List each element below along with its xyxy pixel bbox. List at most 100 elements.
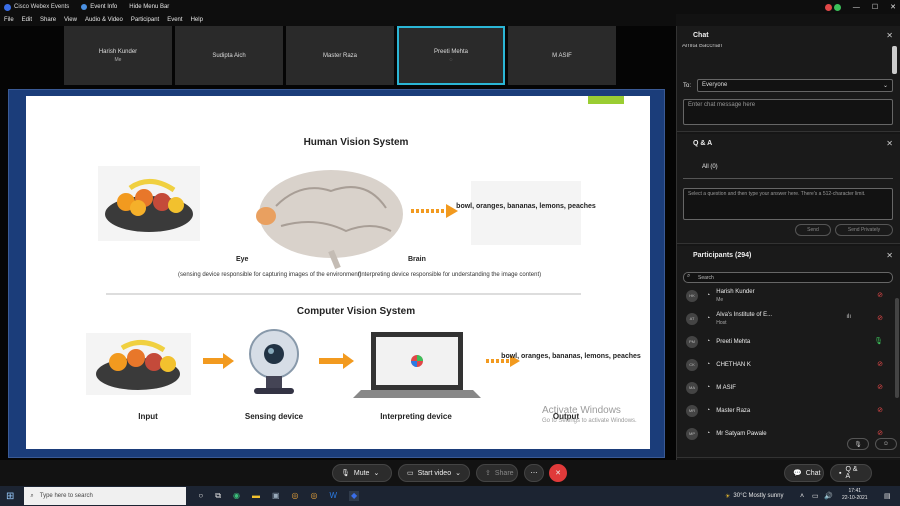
brain-description: (interpreting device responsible for und… [358,272,541,278]
chat-recipient-select[interactable]: Everyone ⌄ [697,79,893,92]
menu-edit[interactable]: Edit [22,17,32,23]
task-view-icon[interactable]: ⧉ [215,491,221,501]
video-tile[interactable]: Sudipta Aich [175,26,283,85]
chat-last-sender: Amita Bacchan [682,44,723,49]
chat-scrollbar[interactable] [892,46,897,74]
qa-answer-input[interactable]: Select a question and then type your ans… [683,188,893,220]
audio-connected-icon: ◔ [706,292,711,299]
more-options-button[interactable]: ⋯ [524,464,544,482]
hide-menu-bar-button[interactable]: Hide Menu Bar [129,4,169,10]
cortana-icon[interactable]: ○ [198,491,203,501]
tile-name: Harish Kunder [98,48,138,55]
menu-audio-video[interactable]: Audio & Video [85,17,123,23]
mic-on-icon[interactable]: 🎙 [874,337,883,345]
leave-meeting-button[interactable]: ✕ [549,464,567,482]
chrome-profile-icon[interactable]: ◎ [310,491,317,501]
app-title: Cisco Webex Events [0,3,69,11]
status-indicators [824,3,841,11]
close-window-icon[interactable]: ✕ [890,3,896,11]
participant-row[interactable]: PM ◔ Preeti Mehta 🎙 [683,330,893,353]
file-explorer-icon[interactable]: ▬ [252,491,260,501]
qa-toggle-button[interactable]: ▪ Q & A [830,464,872,482]
participants-search-input[interactable]: Search [683,272,893,283]
participants-scrollbar[interactable] [895,298,899,398]
qa-send-button[interactable]: Send [795,224,831,236]
participant-row[interactable]: HK ◔ Harish Kunder Me ⊘ [683,284,893,307]
meeting-stage: Harish Kunder Me Sudipta Aich Master Raz… [0,26,676,460]
chat-toggle-button[interactable]: 💬 Chat [784,464,824,482]
share-icon: ⇪ [485,470,491,477]
recording-icon [824,3,832,11]
participant-row[interactable]: MA ◔ M ASIF ⊘ [683,376,893,399]
mute-button[interactable]: 🎙 Mute ⌄ [332,464,392,482]
windows-start-icon[interactable]: ⊞ [6,491,14,502]
share-button[interactable]: ⇪ Share [476,464,518,482]
avatar: CK [686,358,698,371]
webex-logo-icon [4,3,11,11]
participant-role: Host [716,319,727,326]
mic-muted-icon[interactable]: ⊘ [877,429,883,437]
slide-diagram: Human Vision System bowl, oranges, banan… [86,137,641,421]
mic-muted-icon[interactable]: ⊘ [877,360,883,368]
more-icon: ⋯ [530,470,538,477]
reaction-icon: ☺ [882,441,890,447]
mic-muted-icon[interactable]: ⊘ [877,314,883,322]
participant-name: Preeti Mehta [716,338,751,345]
taskbar-search-box[interactable]: ⌕ Type here to search [24,487,187,505]
mute-all-button[interactable]: 🎙 [847,438,869,450]
audio-connected-icon: ◔ [706,384,711,391]
close-qa-icon[interactable]: ✕ [886,139,893,148]
webex-taskbar-icon[interactable]: ◆ [349,491,360,501]
participant-name: Alva's Institute of E... [716,311,773,318]
participant-name-block: Mr Satyam Pawale [716,430,766,438]
video-tile[interactable]: Master Raza [286,26,394,85]
menu-help[interactable]: Help [191,17,203,23]
participant-row[interactable]: AT ◔ Alva's Institute of E... Host ılı ⊘ [683,307,893,330]
participant-name-block: M ASIF [716,384,736,392]
mic-muted-icon[interactable]: ⊘ [877,406,883,414]
event-info-label: Event Info [90,4,118,10]
qa-tab-all[interactable]: All (0) [702,164,718,170]
video-tile-active-speaker[interactable]: Preeti Mehta ◌ [397,26,505,85]
menu-event[interactable]: Event [167,17,182,23]
network-icon[interactable]: ▭ [812,492,819,500]
close-participants-icon[interactable]: ✕ [886,251,893,260]
chrome-icon[interactable]: ◎ [292,491,299,501]
chat-message-input[interactable]: Enter chat message here [683,99,893,125]
shared-content: Human Vision System bowl, oranges, banan… [8,89,665,458]
close-chat-icon[interactable]: ✕ [886,31,893,40]
weather-widget[interactable]: ☀ 30°C Mostly sunny [725,493,783,500]
minimize-icon[interactable]: — [853,4,860,11]
activate-windows-hint: Go to Settings to activate Windows. [542,418,637,424]
qa-send-privately-button[interactable]: Send Privately [835,224,893,236]
video-tile[interactable]: M ASIF [508,26,616,85]
menu-participant[interactable]: Participant [131,17,159,23]
store-icon[interactable]: ▣ [272,491,280,501]
weather-text: 30°C Mostly sunny [733,493,784,499]
start-video-button[interactable]: ▭ Start video ⌄ [398,464,470,482]
notifications-icon[interactable]: ▤ [884,492,891,500]
mic-muted-icon[interactable]: ⊘ [877,291,883,299]
speaker-icon[interactable]: 🔊 [824,492,833,500]
qa-icon: ▪ [839,469,842,477]
video-tile[interactable]: Harish Kunder Me [64,26,172,85]
tile-name: Preeti Mehta [433,48,469,55]
taskbar-clock[interactable]: 17:41 22-10-2021 [842,488,868,502]
menu-file[interactable]: File [4,17,14,23]
menu-view[interactable]: View [64,17,77,23]
audio-connected-icon: ◔ [706,407,711,414]
maximize-icon[interactable]: ☐ [872,3,878,11]
raise-hand-button[interactable]: ☺ [875,438,897,450]
edge-icon[interactable]: ◉ [233,491,240,501]
share-label: Share [494,469,514,477]
menu-share[interactable]: Share [40,17,56,23]
tray-chevron-icon[interactable]: ˄ [800,493,804,500]
participant-row[interactable]: MR ◔ Master Raza ⊘ [683,399,893,422]
word-icon[interactable]: W [329,491,337,501]
participant-name-block: Harish Kunder Me [716,288,754,304]
chat-panel: Chat ✕ Amita Bacchan To: Everyone ⌄ Ente… [677,26,900,132]
participant-row[interactable]: CK ◔ CHETHAN K ⊘ [683,353,893,376]
event-info-button[interactable]: Event Info [81,4,117,10]
mic-icon: 🎙 [854,441,862,448]
mic-muted-icon[interactable]: ⊘ [877,383,883,391]
